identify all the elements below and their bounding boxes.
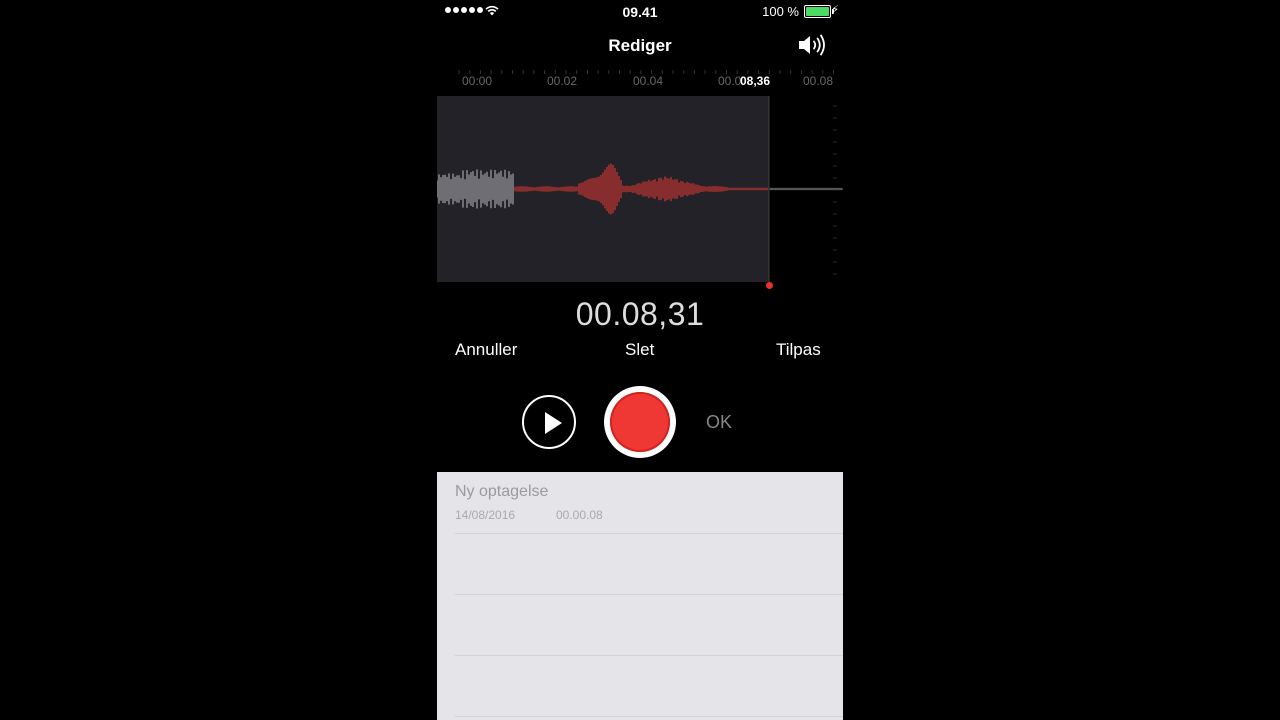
play-button[interactable]	[522, 395, 576, 449]
list-item-empty	[455, 655, 843, 717]
delete-button[interactable]: Slet	[625, 340, 654, 360]
play-icon	[545, 412, 562, 434]
timeline-tick: 00.02	[547, 74, 578, 88]
playhead-handle[interactable]	[766, 282, 773, 289]
recording-duration: 00.00.08	[556, 508, 603, 522]
waveform-view[interactable]	[437, 96, 843, 282]
status-bar: 09.41 100 % ⚡	[437, 0, 843, 22]
page-title: Rediger	[608, 36, 672, 55]
battery-icon	[804, 5, 834, 18]
timeline-ruler[interactable]: 00:00 00.02 00.04 00.0 08,36 00.08	[437, 70, 843, 94]
record-button[interactable]	[604, 386, 676, 458]
recording-date: 14/08/2016	[455, 508, 516, 522]
recording-title: Ny optagelse	[455, 483, 549, 500]
list-item-empty	[455, 594, 843, 656]
timeline-tick: 00:00	[462, 74, 493, 88]
elapsed-time: 00.08,31	[575, 296, 705, 332]
list-item-empty	[455, 533, 843, 595]
timeline-tick: 00.0	[718, 74, 742, 88]
done-button[interactable]: OK	[706, 412, 732, 433]
timeline-tick: 00.04	[633, 74, 664, 88]
recordings-list: Ny optagelse 14/08/2016 00.00.08	[437, 472, 843, 720]
charging-icon: ⚡	[831, 4, 839, 16]
speaker-icon[interactable]	[797, 33, 827, 57]
waveform	[437, 96, 843, 282]
timeline-tick: 00.08	[803, 74, 834, 88]
battery-percentage: 100 %	[762, 4, 799, 19]
trim-button[interactable]: Tilpas	[776, 340, 821, 360]
list-item[interactable]: Ny optagelse 14/08/2016 00.00.08	[455, 472, 843, 534]
cancel-button[interactable]: Annuller	[455, 340, 517, 360]
voice-memo-editor: 09.41 100 % ⚡ Rediger 00:00 00.02 00.04 …	[437, 0, 843, 720]
record-icon	[610, 392, 670, 452]
playhead-time-label: 08,36	[740, 74, 771, 88]
